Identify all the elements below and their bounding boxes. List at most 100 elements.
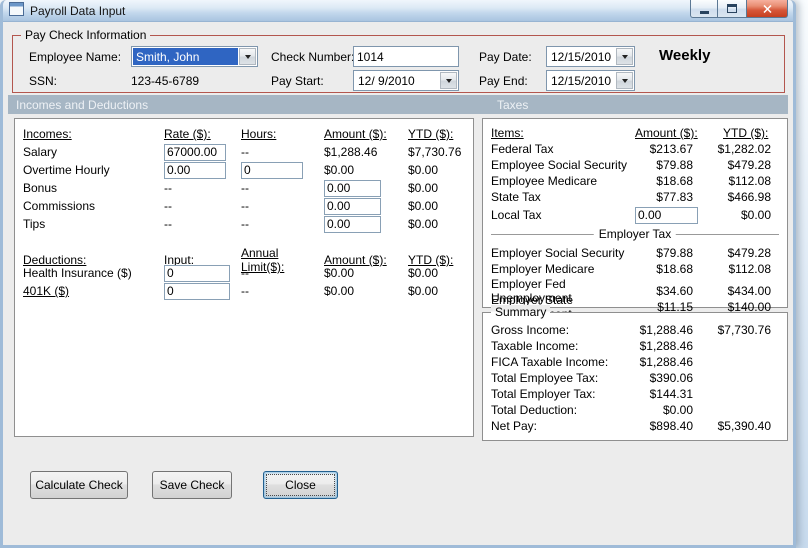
tips-label: Tips [23, 217, 46, 231]
bonus-hours: -- [241, 181, 249, 195]
pay-date-picker[interactable]: 12/15/2010 [546, 46, 635, 67]
tax-ytd: $112.08 [728, 174, 772, 188]
summary-label: Gross Income: [491, 323, 570, 337]
paycheck-info-legend: Pay Check Information [21, 28, 151, 42]
pay-date-value: 12/15/2010 [551, 49, 612, 64]
employer-tax-group-label: Employer Tax [593, 226, 677, 241]
incomes-deductions-panel: Incomes: Rate ($): Hours: Amount ($): YT… [14, 118, 474, 437]
401k-link[interactable]: 401K ($) [23, 284, 164, 298]
pay-frequency-label: Weekly [659, 47, 711, 64]
bonus-rate: -- [164, 181, 172, 195]
close-button[interactable]: Close [263, 471, 338, 499]
summary-amount: $1,288.46 [639, 339, 693, 353]
maximize-icon[interactable] [718, 0, 746, 18]
net-pay-row: Net Pay: $898.40 $5,390.40 [491, 418, 779, 434]
commissions-hours: -- [241, 199, 249, 213]
local-tax-input[interactable] [635, 206, 698, 224]
pay-end-picker[interactable]: 12/15/2010 [546, 70, 635, 91]
check-number-input[interactable] [353, 46, 459, 67]
app-icon [9, 2, 24, 19]
salary-hours: -- [241, 145, 249, 159]
pay-end-dropdown-icon[interactable] [616, 72, 633, 89]
health-insurance-input[interactable] [164, 264, 230, 282]
bonus-row: Bonus -- -- $0.00 [23, 179, 473, 197]
window-title: Payroll Data Input [30, 3, 126, 18]
overtime-rate-input[interactable] [164, 161, 226, 179]
pay-start-dropdown-icon[interactable] [440, 72, 457, 89]
commissions-amount-input[interactable] [324, 197, 381, 215]
ytd-col-header: YTD ($): [408, 127, 454, 141]
employee-name-dropdown-icon[interactable] [239, 48, 256, 65]
tax-ytd: $479.28 [727, 158, 771, 172]
commissions-label: Commissions [23, 199, 96, 213]
tax-label: Employee Medicare [491, 174, 598, 188]
tax-label: Employer Medicare [491, 262, 595, 276]
tax-amount: $79.88 [656, 158, 693, 172]
local-tax-row: Local Tax $0.00 [491, 205, 779, 225]
salary-amount: $1,288.46 [324, 145, 378, 159]
overtime-ytd: $0.00 [408, 163, 439, 177]
tips-hours: -- [241, 217, 249, 231]
tax-ytd: $112.08 [728, 262, 772, 276]
pay-end-label: Pay End: [479, 74, 528, 88]
close-window-icon[interactable] [746, 0, 788, 18]
employee-name-label: Employee Name: [29, 50, 122, 64]
overtime-hours-input[interactable] [241, 161, 303, 179]
employee-medicare-row: Employee Medicare $18.68 $112.08 [491, 173, 779, 189]
summary-amount: $0.00 [662, 403, 693, 417]
summary-amount: $1,288.46 [639, 323, 693, 337]
section-header-strip: Incomes and Deductions Taxes [8, 95, 788, 114]
employee-name-value: Smith, John [133, 48, 238, 65]
bonus-label: Bonus [23, 181, 58, 195]
tax-ytd: $1,282.02 [717, 142, 771, 156]
window-controls [690, 0, 788, 18]
tax-ytd: $434.00 [727, 284, 771, 298]
ssn-label: SSN: [29, 74, 58, 88]
payroll-window: Payroll Data Input Pay Check Information… [0, 0, 796, 548]
incomes-section-header: Incomes and Deductions [16, 98, 149, 112]
tips-ytd: $0.00 [408, 217, 439, 231]
taxable-income-row: Taxable Income: $1,288.46 [491, 338, 779, 354]
overtime-label: Overtime Hourly [23, 163, 110, 177]
overtime-row: Overtime Hourly $0.00 $0.00 [23, 161, 473, 179]
tax-amount: $18.68 [656, 174, 693, 188]
401k-input[interactable] [164, 282, 230, 300]
save-check-button[interactable]: Save Check [152, 471, 232, 499]
pay-date-dropdown-icon[interactable] [616, 48, 633, 65]
commissions-ytd: $0.00 [408, 199, 439, 213]
deductions-col-header: Deductions: [23, 253, 87, 267]
salary-rate-input[interactable] [164, 143, 226, 161]
rate-col-header: Rate ($): [164, 127, 211, 141]
salary-ytd: $7,730.76 [408, 145, 462, 159]
commissions-row: Commissions -- -- $0.00 [23, 197, 473, 215]
tax-amount: $34.60 [656, 284, 693, 298]
state-tax-row: State Tax $77.83 $466.98 [491, 189, 779, 205]
401k-limit: -- [241, 284, 249, 298]
pay-start-picker[interactable]: 12/ 9/2010 [353, 70, 459, 91]
summary-label: Taxable Income: [491, 339, 579, 353]
salary-label: Salary [23, 145, 58, 159]
check-number-label: Check Number: [271, 50, 355, 64]
tax-label: Federal Tax [491, 142, 554, 156]
tax-ytd: $479.28 [727, 246, 771, 260]
employee-name-select[interactable]: Smith, John [131, 46, 258, 67]
title-bar[interactable]: Payroll Data Input [3, 0, 793, 22]
401k-row: 401K ($) -- $0.00 $0.00 [23, 282, 473, 300]
items-col-header: Items: [491, 126, 524, 140]
fica-taxable-income-row: FICA Taxable Income: $1,288.46 [491, 354, 779, 370]
minimize-icon[interactable] [690, 0, 718, 18]
salary-row: Salary -- $1,288.46 $7,730.76 [23, 143, 473, 161]
calculate-check-button[interactable]: Calculate Check [30, 471, 128, 499]
gross-income-row: Gross Income: $1,288.46 $7,730.76 [491, 322, 779, 338]
amount-col-header: Amount ($): [324, 127, 387, 141]
taxes-header-row: Items: Amount ($): YTD ($): [491, 125, 779, 141]
bonus-amount-input[interactable] [324, 179, 381, 197]
pay-start-value: 12/ 9/2010 [358, 73, 415, 88]
tax-amount: $18.68 [656, 262, 693, 276]
summary-legend: Summary [491, 305, 551, 319]
tips-amount-input[interactable] [324, 215, 381, 233]
401k-ytd: $0.00 [408, 284, 439, 298]
summary-label: Total Employee Tax: [491, 371, 599, 385]
incomes-header-row: Incomes: Rate ($): Hours: Amount ($): YT… [23, 125, 473, 143]
health-insurance-amount: $0.00 [324, 266, 355, 280]
